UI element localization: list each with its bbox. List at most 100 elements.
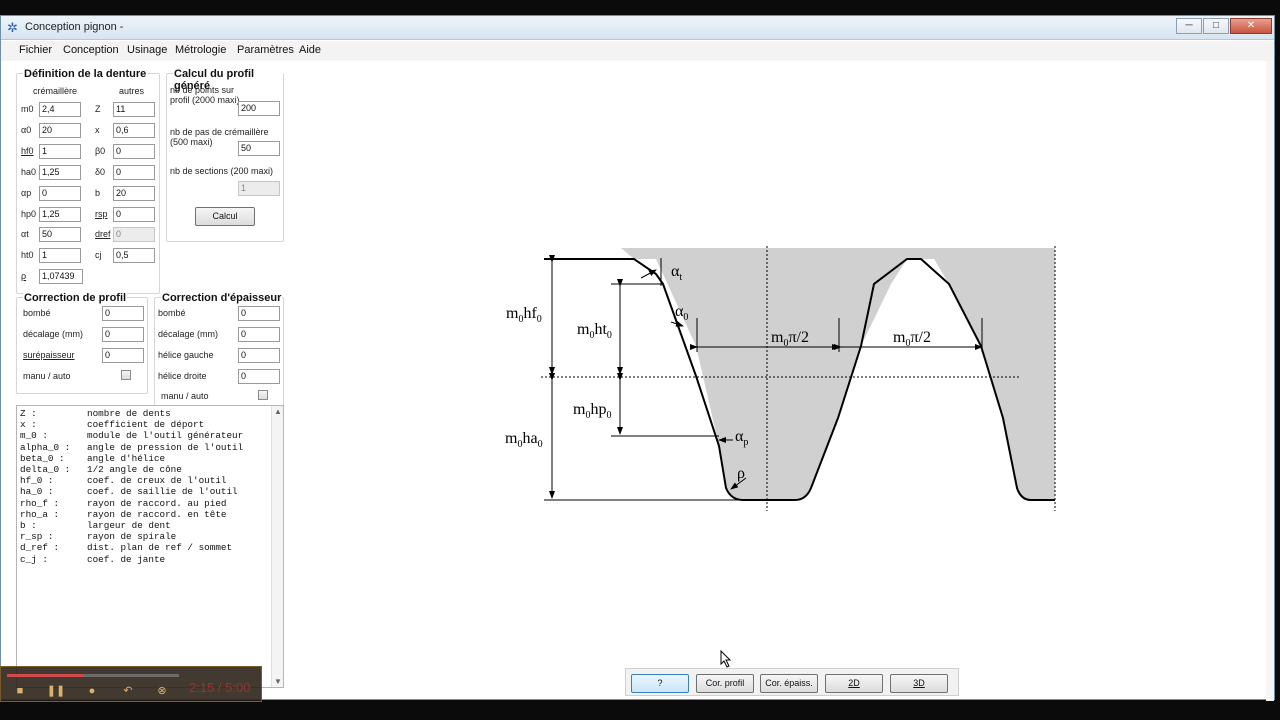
denture-left-label: ρ (21, 271, 27, 282)
denture-left-input[interactable]: 50 (39, 227, 81, 243)
ce-decalage-input[interactable]: 0 (238, 327, 280, 342)
cp-decalage-label: décalage (mm) (23, 329, 84, 339)
label-m0ht0: m0ht0 (577, 321, 612, 341)
minimize-button[interactable]: ─ (1176, 18, 1202, 34)
glossary-value: largeur de dent (87, 520, 171, 532)
undo-icon[interactable]: ↶ (117, 684, 139, 698)
glossary-value: coef. de creux de l'outil (87, 475, 227, 487)
denture-title: Définition de la denture (23, 68, 148, 80)
denture-right-input[interactable]: 0 (113, 164, 155, 180)
glossary-scrollbar[interactable]: ▲ ▼ (271, 406, 283, 687)
cp-bombe-label: bombé (23, 308, 51, 318)
ce-manu-checkbox[interactable] (258, 390, 268, 400)
denture-right-label: rsp (95, 208, 108, 219)
view-3d-button[interactable]: 3D (890, 674, 948, 693)
label-m0ha0: m0ha0 (505, 430, 543, 450)
view-2d-button[interactable]: 2D (825, 674, 883, 693)
window-scrollbar[interactable] (1266, 61, 1274, 701)
ce-bombe-label: bombé (158, 308, 186, 318)
pas-input[interactable]: 50 (238, 141, 280, 156)
maximize-button[interactable]: □ (1203, 18, 1229, 34)
scroll-down-icon[interactable]: ▼ (274, 677, 282, 686)
denture-right-input[interactable]: 0,6 (113, 122, 155, 138)
glossary-value: angle de pression de l'outil (87, 441, 244, 453)
view-button-bar: ? Cor. profil Cor. épaiss. 2D 3D (625, 668, 959, 696)
cp-surepaisseur-input[interactable]: 0 (102, 348, 144, 363)
denture-left-input[interactable]: 1,25 (39, 206, 81, 222)
denture-right-input[interactable]: 0 (113, 206, 155, 222)
denture-left-label: ha0 (21, 166, 37, 177)
denture-left-input[interactable]: 0 (39, 185, 81, 201)
glossary-key: b : (20, 520, 37, 532)
menu-conception[interactable]: Conception (63, 44, 119, 56)
denture-left-input[interactable]: 1 (39, 248, 81, 264)
scroll-up-icon[interactable]: ▲ (274, 407, 282, 416)
microphone-icon[interactable]: ● (81, 684, 103, 698)
recorder-overlay: ■ ❚❚ ● ↶ ⊗ 2:15 / 5:00 (0, 666, 262, 702)
denture-right-input[interactable]: 20 (113, 185, 155, 201)
help-button[interactable]: ? (631, 674, 689, 693)
glossary-key: Z : (20, 408, 37, 419)
cp-surepaisseur-label: surépaisseur (23, 350, 75, 360)
glossary-value: module de l'outil générateur (87, 430, 244, 442)
label-rho: ρ (737, 465, 745, 482)
cp-bombe-input[interactable]: 0 (102, 306, 144, 321)
denture-right-input[interactable]: 0,5 (113, 248, 155, 264)
menu-usinage[interactable]: Usinage (127, 44, 167, 56)
denture-group: Définition de la denture crémaillère aut… (16, 68, 160, 294)
denture-left-input[interactable]: 20 (39, 122, 81, 138)
points-input[interactable]: 200 (238, 101, 280, 116)
menu-fichier[interactable]: Fichier (19, 44, 52, 56)
glossary-key: r_sp : (20, 531, 54, 543)
glossary-textbox[interactable]: Z : nombre de dents x : coefficient de dépo… (16, 405, 284, 688)
stop-icon[interactable]: ■ (9, 684, 31, 698)
glossary-row: ha_0 : coef. de saillie de l'outil (20, 486, 243, 497)
ce-decalage-label: décalage (mm) (158, 329, 219, 339)
cp-decalage-input[interactable]: 0 (102, 327, 144, 342)
denture-right-input[interactable]: 11 (113, 102, 155, 117)
close-button[interactable]: ✕ (1230, 18, 1272, 34)
denture-left-label: hp0 (21, 208, 37, 219)
denture-left-input[interactable]: 1,25 (39, 164, 81, 180)
label-m0hp0: m0hp0 (573, 401, 611, 421)
denture-left-input[interactable]: 1 (39, 143, 81, 159)
menu-aide[interactable]: Aide (299, 44, 321, 56)
denture-right-input[interactable]: 0 (113, 227, 155, 243)
denture-right-label: x (95, 124, 100, 135)
glossary-row: r_sp : rayon de spirale (20, 531, 243, 542)
glossary-row: rho_a : rayon de raccord. en tête (20, 509, 243, 520)
glossary-row: delta_0 : 1/2 angle de cône (20, 464, 243, 475)
denture-left-input[interactable]: 1,07439 (39, 269, 83, 285)
calcul-group: Calcul du profil généré nb de points sur… (166, 68, 284, 242)
glossary-row: m_0 : module de l'outil générateur (20, 430, 243, 441)
calcul-button[interactable]: Calcul (195, 207, 255, 226)
points-label: nb de points sur profil (2000 maxi) (170, 85, 240, 105)
denture-right-label: β0 (95, 145, 106, 156)
denture-right-input[interactable]: 0 (113, 143, 155, 159)
glossary-row: Z : nombre de dents (20, 408, 243, 419)
title-bar: ✲ Conception pignon - ─ □ ✕ (1, 16, 1274, 40)
pause-icon[interactable]: ❚❚ (45, 684, 67, 698)
ce-bombe-input[interactable]: 0 (238, 306, 280, 321)
menu-metrologie[interactable]: Métrologie (175, 44, 226, 56)
cancel-icon[interactable]: ⊗ (151, 684, 173, 698)
sections-input[interactable]: 1 (238, 181, 280, 196)
denture-right-label: dref (95, 229, 111, 240)
recorder-progress[interactable] (7, 674, 179, 677)
cor-profil-button[interactable]: Cor. profil (696, 674, 754, 693)
ce-helice-droite-input[interactable]: 0 (238, 369, 280, 384)
rack-profile-diagram: m0hf0 m0ht0 m0hp0 m0ha0 αt α0 αp ρ m0π/2… (505, 246, 1056, 511)
cp-manu-checkbox[interactable] (121, 370, 131, 380)
cor-epaiss-button[interactable]: Cor. épaiss. (760, 674, 818, 693)
denture-left-label: αp (21, 187, 32, 198)
corr-profil-group: Correction de profil bombé 0 décalage (m… (16, 292, 148, 394)
cp-manu-label: manu / auto (23, 371, 71, 381)
menu-parametres[interactable]: Paramètres (237, 44, 294, 56)
glossary-value: rayon de spirale (87, 531, 177, 543)
ce-helice-gauche-label: hélice gauche (158, 350, 214, 360)
window-title: Conception pignon - (25, 21, 124, 33)
corr-profil-title: Correction de profil (23, 292, 128, 304)
denture-left-input[interactable]: 2,4 (39, 102, 81, 117)
ce-helice-gauche-input[interactable]: 0 (238, 348, 280, 363)
glossary-row: c_j : coef. de jante (20, 554, 243, 565)
